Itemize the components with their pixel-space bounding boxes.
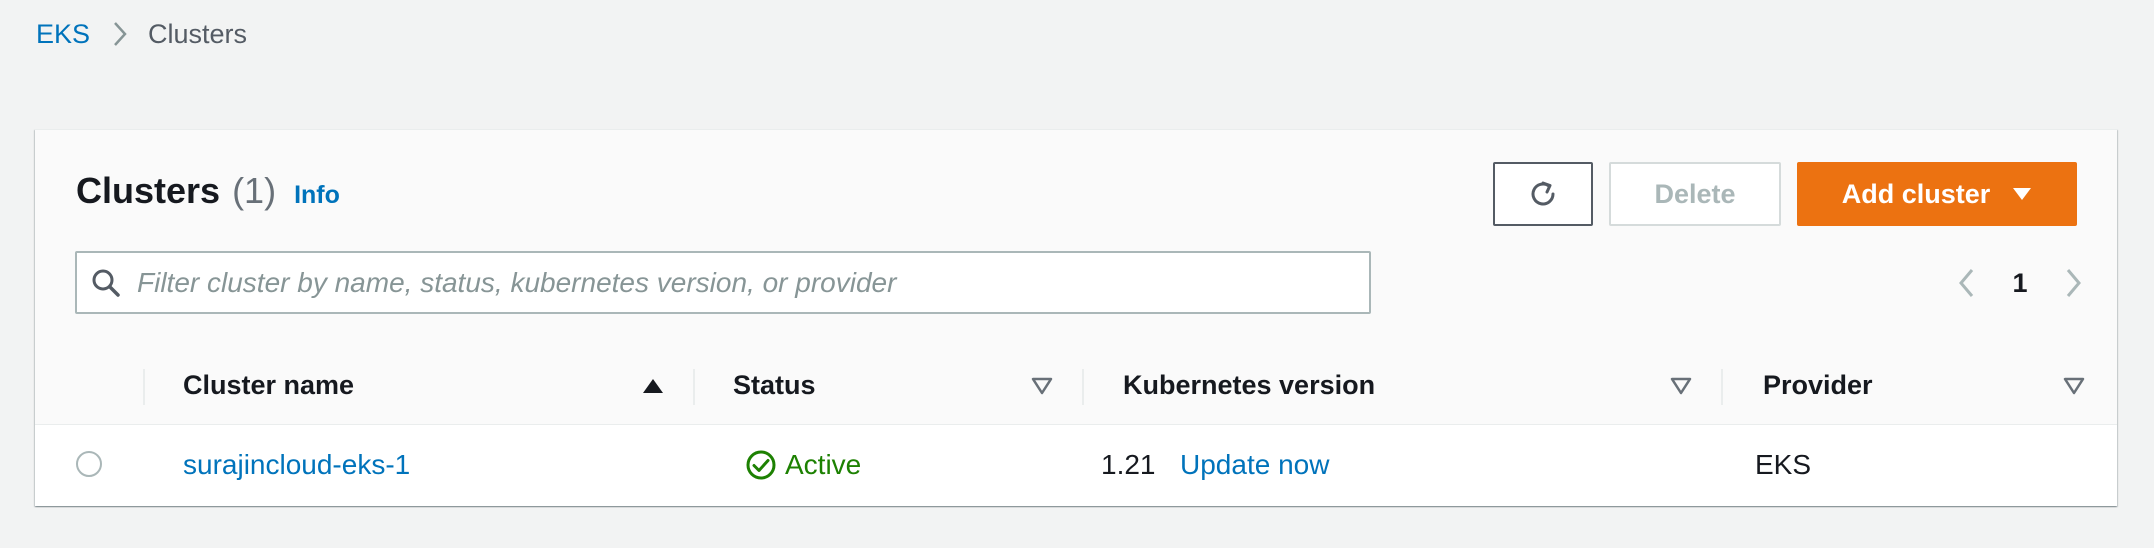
panel-header: Clusters (1) Info Delete Add cluster Fil… [35, 130, 2117, 348]
kubernetes-version: 1.21 [1101, 449, 1156, 480]
add-cluster-button[interactable]: Add cluster [1797, 162, 2077, 226]
column-header-cluster-name[interactable]: Cluster name [183, 347, 354, 424]
row-select-radio[interactable] [76, 451, 102, 477]
table-row[interactable]: surajincloud-eks-1 Active 1.21 Update no… [35, 425, 2117, 505]
add-cluster-label: Add cluster [1841, 178, 1991, 209]
panel-title-row: Clusters (1) Info [76, 170, 340, 216]
breadcrumb-eks-link[interactable]: EKS [36, 19, 90, 50]
column-divider [143, 369, 145, 405]
column-header-provider[interactable]: Provider [1763, 347, 1873, 424]
column-divider [1082, 369, 1084, 405]
clusters-panel: Clusters (1) Info Delete Add cluster Fil… [35, 129, 2117, 506]
refresh-icon [1527, 178, 1559, 210]
sort-unsorted-icon[interactable] [1670, 347, 1692, 424]
cluster-count: (1) [232, 170, 277, 211]
page-number[interactable]: 1 [2012, 268, 2027, 299]
breadcrumb: EKS Clusters [36, 14, 247, 54]
refresh-button[interactable] [1493, 162, 1593, 226]
sort-unsorted-icon[interactable] [1031, 347, 1053, 424]
page-title: Clusters [76, 170, 221, 211]
sort-ascending-icon[interactable] [642, 347, 664, 424]
column-divider [693, 369, 695, 405]
search-icon [91, 268, 121, 298]
status-text: Active [785, 449, 862, 480]
update-now-link[interactable]: Update now [1180, 425, 1329, 505]
cluster-name-link[interactable]: surajincloud-eks-1 [183, 425, 410, 505]
provider-value: EKS [1755, 449, 1812, 480]
column-divider [1721, 369, 1723, 405]
pagination: 1 [1957, 258, 2083, 308]
search-field[interactable] [75, 251, 1371, 314]
chevron-right-icon[interactable] [2063, 267, 2083, 299]
table-header: Cluster name Status Kubernetes version P… [35, 347, 2117, 425]
delete-button[interactable]: Delete [1609, 162, 1781, 226]
column-header-kubernetes-version[interactable]: Kubernetes version [1123, 347, 1375, 424]
caret-down-icon [2012, 186, 2032, 202]
breadcrumb-current: Clusters [148, 18, 248, 49]
column-header-status[interactable]: Status [733, 347, 816, 424]
chevron-right-icon [112, 20, 128, 48]
status-badge: Active [745, 425, 861, 505]
status-check-icon [745, 449, 777, 481]
info-link[interactable]: Info [294, 181, 340, 210]
sort-unsorted-icon[interactable] [2063, 347, 2085, 424]
chevron-left-icon[interactable] [1957, 267, 1977, 299]
search-input[interactable] [135, 265, 1339, 300]
